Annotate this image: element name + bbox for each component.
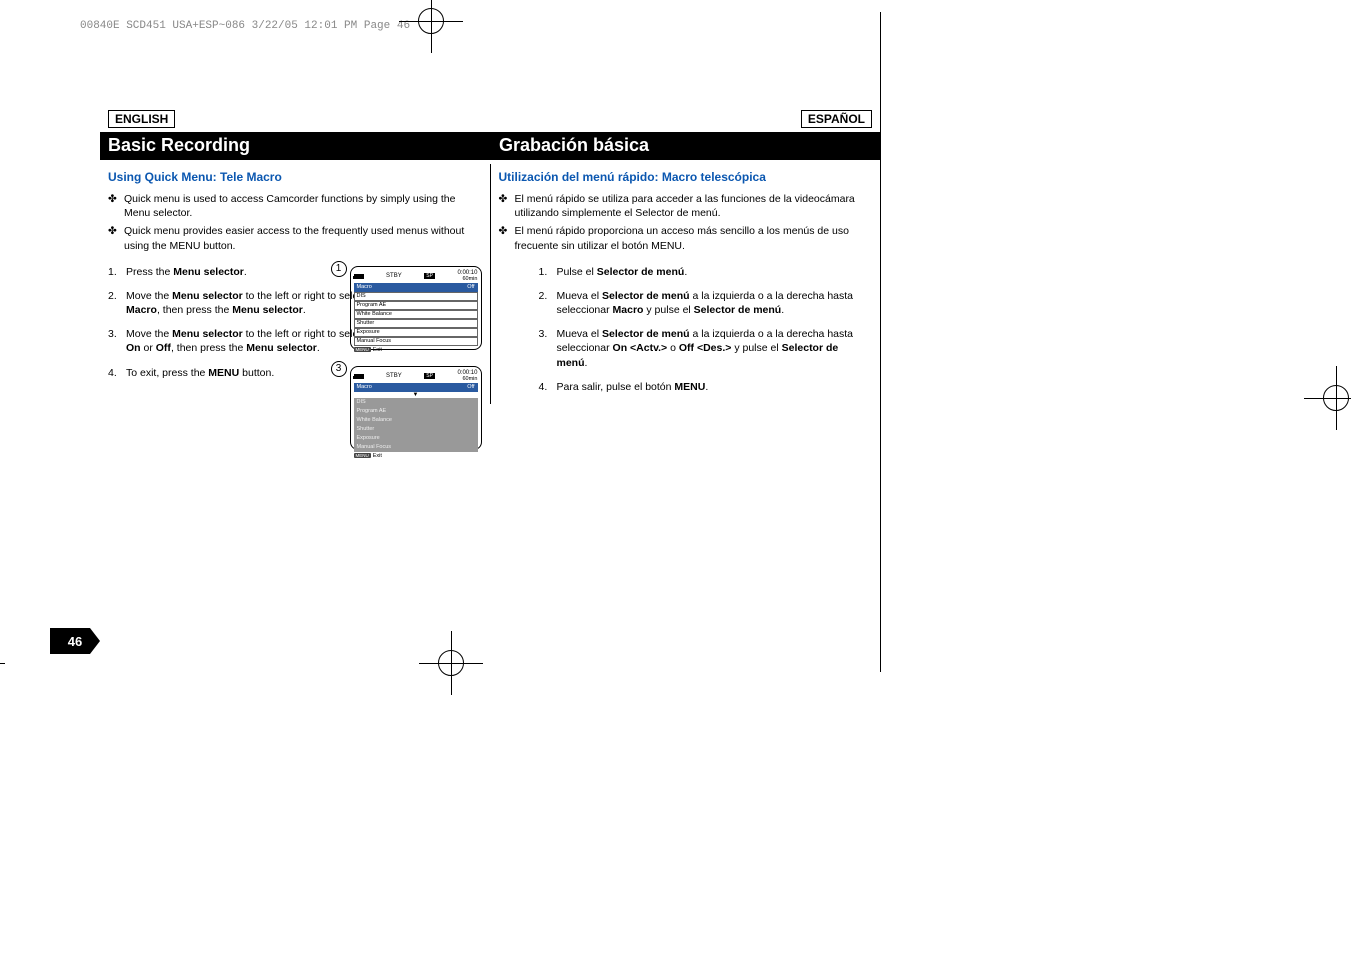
screen-topbar: STBY SP 0:00:10 60min: [351, 367, 481, 383]
bullet-text: El menú rápido se utiliza para acceder a…: [515, 192, 873, 220]
section-heading-es: Utilización del menú rápido: Macro teles…: [499, 170, 873, 184]
menu-row: Shutter: [354, 425, 478, 434]
divider: [880, 12, 881, 672]
menu-row: Exposure: [354, 328, 478, 337]
screen-menu: MacroOff DIS Program AE White Balance Sh…: [354, 283, 478, 346]
exit-row: MENUExit: [354, 453, 478, 459]
bullet-text: Quick menu provides easier access to the…: [124, 224, 482, 252]
screen-topbar: STBY SP 0:00:10 60min: [351, 267, 481, 283]
stby-label: STBY: [386, 273, 402, 279]
steps-en: 1. Press the Menu selector. 2. Move the …: [108, 265, 368, 380]
step-num: 2.: [108, 289, 126, 317]
section-heading-en: Using Quick Menu: Tele Macro: [108, 170, 482, 184]
crop-mark-icon: [438, 650, 464, 676]
bullet-text: El menú rápido proporciona un acceso más…: [515, 224, 873, 252]
bullet-icon: ✤: [108, 192, 124, 220]
menu-row: DIS: [354, 398, 478, 407]
sp-badge: SP: [424, 373, 435, 379]
sp-badge: SP: [424, 273, 435, 279]
page-number: 46: [50, 628, 100, 654]
camcorder-screen-1: 1 STBY SP 0:00:10 60min MacroOff DIS Pro…: [350, 266, 482, 350]
bullet-item: ✤ Quick menu provides easier access to t…: [108, 224, 482, 252]
exit-row: MENUExit: [354, 347, 478, 353]
step-circle-1: 1: [331, 261, 347, 277]
step-text: Press the Menu selector.: [126, 265, 247, 279]
file-header: 00840E SCD451 USA+ESP~086 3/22/05 12:01 …: [80, 20, 410, 32]
steps-es: 1. Pulse el Selector de menú. 2. Mueva e…: [539, 265, 873, 394]
columns: Using Quick Menu: Tele Macro ✤ Quick men…: [100, 164, 880, 404]
step-text: Para salir, pulse el botón MENU.: [557, 380, 709, 394]
crop-mark-icon: [418, 8, 444, 34]
bullet-item: ✤ Quick menu is used to access Camcorder…: [108, 192, 482, 220]
menu-row-macro: MacroOff: [354, 283, 478, 292]
menu-row: Manual Focus: [354, 443, 478, 452]
bullet-icon: ✤: [499, 192, 515, 220]
bullet-item: ✤ El menú rápido se utiliza para acceder…: [499, 192, 873, 220]
step-item: 1. Pulse el Selector de menú.: [539, 265, 873, 279]
step-text: Pulse el Selector de menú.: [557, 265, 688, 279]
step-text: Move the Menu selector to the left or ri…: [126, 327, 368, 355]
step-num: 3.: [539, 327, 557, 370]
menu-row: Shutter: [354, 319, 478, 328]
step-num: 1.: [539, 265, 557, 279]
step-item: 2. Move the Menu selector to the left or…: [108, 289, 368, 317]
title-bar: Basic Recording Grabación básica: [100, 132, 880, 160]
crop-mark-icon: [1323, 385, 1349, 411]
title-es: Grabación básica: [491, 132, 880, 160]
menu-row: Exposure: [354, 434, 478, 443]
menu-row: Program AE: [354, 407, 478, 416]
bullet-item: ✤ El menú rápido proporciona un acceso m…: [499, 224, 873, 252]
column-es: Utilización del menú rápido: Macro teles…: [491, 164, 881, 404]
menu-row: White Balance: [354, 416, 478, 425]
step-item: 4. To exit, press the MENU button.: [108, 366, 368, 380]
screen-time: 0:00:10 60min: [457, 270, 477, 282]
menu-row: White Balance: [354, 310, 478, 319]
menu-row: Program AE: [354, 301, 478, 310]
stby-label: STBY: [386, 373, 402, 379]
step-text: Move the Menu selector to the left or ri…: [126, 289, 368, 317]
step-circle-3: 3: [331, 361, 347, 377]
title-en: Basic Recording: [100, 132, 491, 160]
step-text: To exit, press the MENU button.: [126, 366, 274, 380]
step-item: 4. Para salir, pulse el botón MENU.: [539, 380, 873, 394]
menu-row: Manual Focus: [354, 337, 478, 346]
step-item: 3. Move the Menu selector to the left or…: [108, 327, 368, 355]
step-item: 2. Mueva el Selector de menú a la izquie…: [539, 289, 873, 317]
battery-icon: [354, 274, 364, 279]
step-num: 3.: [108, 327, 126, 355]
step-text: Mueva el Selector de menú a la izquierda…: [557, 327, 873, 370]
step-num: 1.: [108, 265, 126, 279]
bullet-list-es: ✤ El menú rápido se utiliza para acceder…: [499, 192, 873, 253]
battery-icon: [354, 374, 364, 379]
step-num: 2.: [539, 289, 557, 317]
bullet-text: Quick menu is used to access Camcorder f…: [124, 192, 482, 220]
step-num: 4.: [539, 380, 557, 394]
step-num: 4.: [108, 366, 126, 380]
step-item: 1. Press the Menu selector.: [108, 265, 368, 279]
bullet-list-en: ✤ Quick menu is used to access Camcorder…: [108, 192, 482, 253]
screen-menu: MacroOff ▼ DIS Program AE White Balance …: [354, 383, 478, 452]
screen-time: 0:00:10 60min: [457, 370, 477, 382]
menu-row-macro: MacroOff: [354, 383, 478, 392]
bullet-icon: ✤: [499, 224, 515, 252]
step-text: Mueva el Selector de menú a la izquierda…: [557, 289, 873, 317]
step-item: 3. Mueva el Selector de menú a la izquie…: [539, 327, 873, 370]
language-label-es: ESPAÑOL: [801, 110, 872, 128]
camcorder-screen-3: 3 STBY SP 0:00:10 60min MacroOff ▼ DIS P…: [350, 366, 482, 450]
language-label-en: ENGLISH: [108, 110, 175, 128]
bullet-icon: ✤: [108, 224, 124, 252]
menu-row: DIS: [354, 292, 478, 301]
column-en: Using Quick Menu: Tele Macro ✤ Quick men…: [100, 164, 491, 404]
